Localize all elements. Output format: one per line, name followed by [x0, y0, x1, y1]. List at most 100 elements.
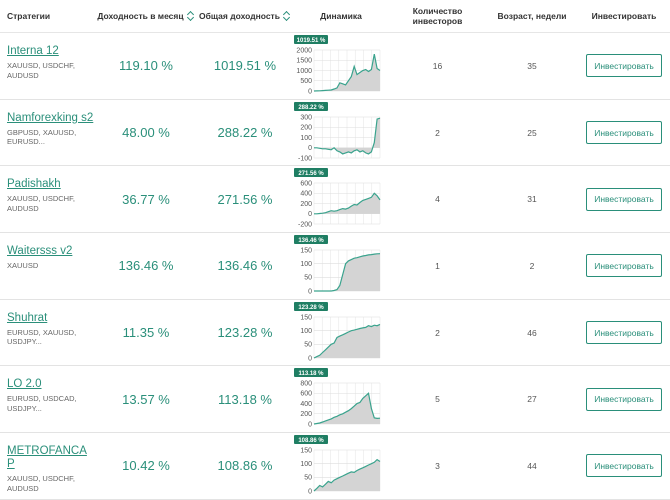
chart-tick-label: 200 [300, 124, 312, 131]
sort-icon[interactable] [187, 11, 195, 21]
chart-tick-label: 300 [300, 114, 312, 121]
strategy-name-link[interactable]: Interna 12 [7, 45, 95, 58]
age-weeks: 44 [527, 460, 537, 471]
invest-cell: Инвестировать [578, 54, 670, 78]
chart-tick-label: -200 [298, 222, 312, 229]
header-total-label[interactable]: Общая доходность [199, 11, 280, 21]
header-invest-label: Инвестировать [591, 11, 657, 21]
strategy-symbols-line: AUDUSD [7, 203, 39, 213]
strategy-symbols: XAUUSD, USDCHF, AUDUSD [7, 61, 95, 80]
header-age: Возраст, недели [486, 11, 578, 21]
monthly-return: 10.42 % [122, 458, 170, 474]
invest-button[interactable]: Инвестировать [586, 121, 662, 145]
chart-tick-label: 600 [300, 391, 312, 398]
strategy-cell: LO 2.0 EURUSD, USDCAD, USDJPY... [0, 366, 95, 413]
chart-tick-label: 150 [300, 448, 312, 455]
strategy-cell: METROFANCA P XAUUSD, USDCHF, AUDUSD [0, 433, 95, 493]
invest-button[interactable]: Инвестировать [586, 454, 662, 478]
invest-button[interactable]: Инвестировать [586, 254, 662, 278]
header-total[interactable]: Общая доходность [197, 11, 293, 21]
strategy-symbols: GBPUSD, XAUUSD, EURUSD... [7, 128, 95, 147]
header-dynamics-label: Динамика [320, 11, 362, 21]
header-investors: Количество инвесторов [389, 6, 486, 26]
strategy-cell: Shuhrat EURUSD, XAUUSD, USDJPY... [0, 300, 95, 347]
age-weeks: 2 [529, 260, 535, 271]
header-invest: Инвестировать [578, 11, 670, 21]
monthly-return: 48.00 % [122, 125, 170, 141]
dynamics-chart-cell: 123.28 % 150 100 50 0 [293, 300, 389, 366]
invest-cell: Инвестировать [578, 321, 670, 345]
monthly-return: 136.46 % [118, 258, 174, 274]
chart-badge-text: 288.22 % [298, 104, 324, 110]
investors-count: 3 [435, 460, 440, 471]
chart-tick-label: 100 [300, 135, 312, 142]
chart-tick-label: 0 [308, 288, 312, 295]
chart-tick-label: 200 [300, 412, 312, 419]
chart-tick-label: 50 [304, 275, 312, 282]
dynamics-chart: 136.46 % 150 100 50 0 [294, 235, 381, 295]
chart-tick-label: 1500 [296, 58, 312, 65]
dynamics-chart: 123.28 % 150 100 50 0 [294, 301, 381, 362]
monthly-return: 11.35 % [122, 325, 170, 341]
age-weeks: 31 [527, 194, 537, 205]
strategy-symbols: XAUUSD, USDCHF, AUDUSD [7, 194, 95, 213]
chart-tick-label: 150 [300, 247, 312, 254]
invest-button[interactable]: Инвестировать [586, 54, 662, 78]
chart-tick-label: 1000 [296, 68, 312, 75]
total-return: 113.18 % [218, 391, 272, 407]
strategy-symbols: XAUUSD [7, 261, 95, 271]
invest-cell: Инвестировать [578, 254, 670, 278]
chart-badge-text: 1019.51 % [297, 38, 326, 44]
strategy-name-link[interactable]: Namforexking s2 [7, 112, 95, 125]
chart-tick-label: 0 [308, 88, 312, 95]
age-weeks: 46 [527, 327, 537, 338]
invest-button[interactable]: Инвестировать [586, 321, 662, 345]
invest-cell: Инвестировать [578, 387, 670, 411]
header-monthly-label[interactable]: Доходность в месяц [97, 11, 183, 21]
monthly-return: 119.10 % [119, 58, 173, 74]
chart-tick-label: 0 [308, 145, 312, 152]
dynamics-chart: 271.56 % 600 400 200 0 -200 [294, 168, 381, 229]
strategy-symbols-line: USDJPY... [7, 403, 42, 413]
strategy-symbols-line: XAUUSD [7, 261, 39, 271]
total-return: 1019.51 % [213, 58, 277, 74]
chart-tick-label: 2000 [296, 47, 312, 54]
total-return: 288.22 % [217, 125, 273, 141]
chart-tick-label: 50 [304, 475, 312, 482]
total-return: 108.86 % [217, 458, 273, 474]
table-header: Стратегии Доходность в месяц Общая доход… [0, 0, 670, 33]
invest-cell: Инвестировать [578, 187, 670, 211]
invest-button[interactable]: Инвестировать [586, 187, 662, 211]
chart-tick-label: 50 [304, 341, 312, 348]
age-weeks: 35 [527, 60, 537, 71]
strategy-cell: Interna 12 XAUUSD, USDCHF, AUDUSD [0, 33, 95, 80]
strategy-name-link[interactable]: LO 2.0 [7, 378, 95, 391]
strategy-cell: Padishakh XAUUSD, USDCHF, AUDUSD [0, 166, 95, 213]
chart-badge-text: 123.28 % [298, 305, 324, 311]
monthly-return: 13.57 % [122, 391, 170, 407]
table-row: Padishakh XAUUSD, USDCHF, AUDUSD 36.77 % … [0, 166, 670, 234]
invest-button[interactable]: Инвестировать [586, 387, 662, 411]
strategy-name-link[interactable]: Shuhrat [7, 312, 95, 325]
investors-count: 5 [435, 394, 440, 405]
investors-count: 4 [435, 194, 440, 205]
sort-icon[interactable] [283, 11, 291, 21]
chart-tick-label: -100 [298, 155, 312, 162]
table-row: Interna 12 XAUUSD, USDCHF, AUDUSD 119.10 … [0, 33, 670, 100]
header-monthly[interactable]: Доходность в месяц [95, 11, 197, 21]
table-row: Shuhrat EURUSD, XAUUSD, USDJPY... 11.35 %… [0, 300, 670, 367]
chart-tick-label: 0 [308, 212, 312, 219]
total-return: 123.28 % [217, 325, 273, 341]
chart-tick-label: 0 [308, 355, 312, 362]
chart-badge-text: 271.56 % [298, 171, 324, 177]
strategy-name-link[interactable]: Padishakh [7, 178, 95, 191]
table-body: Interna 12 XAUUSD, USDCHF, AUDUSD 119.10 … [0, 33, 670, 500]
strategy-symbols-line: XAUUSD, USDCHF, [7, 194, 75, 204]
chart-badge-text: 136.46 % [298, 238, 324, 244]
chart-tick-label: 100 [300, 461, 312, 468]
dynamics-chart: 1019.51 % 2000 1500 1000 500 0 [294, 35, 381, 95]
strategy-name-link[interactable]: Waitersss v2 [7, 245, 95, 258]
chart-badge-text: 108.86 % [298, 438, 324, 444]
chart-tick-label: 100 [300, 261, 312, 268]
strategy-name-link[interactable]: METROFANCA P [7, 445, 95, 471]
